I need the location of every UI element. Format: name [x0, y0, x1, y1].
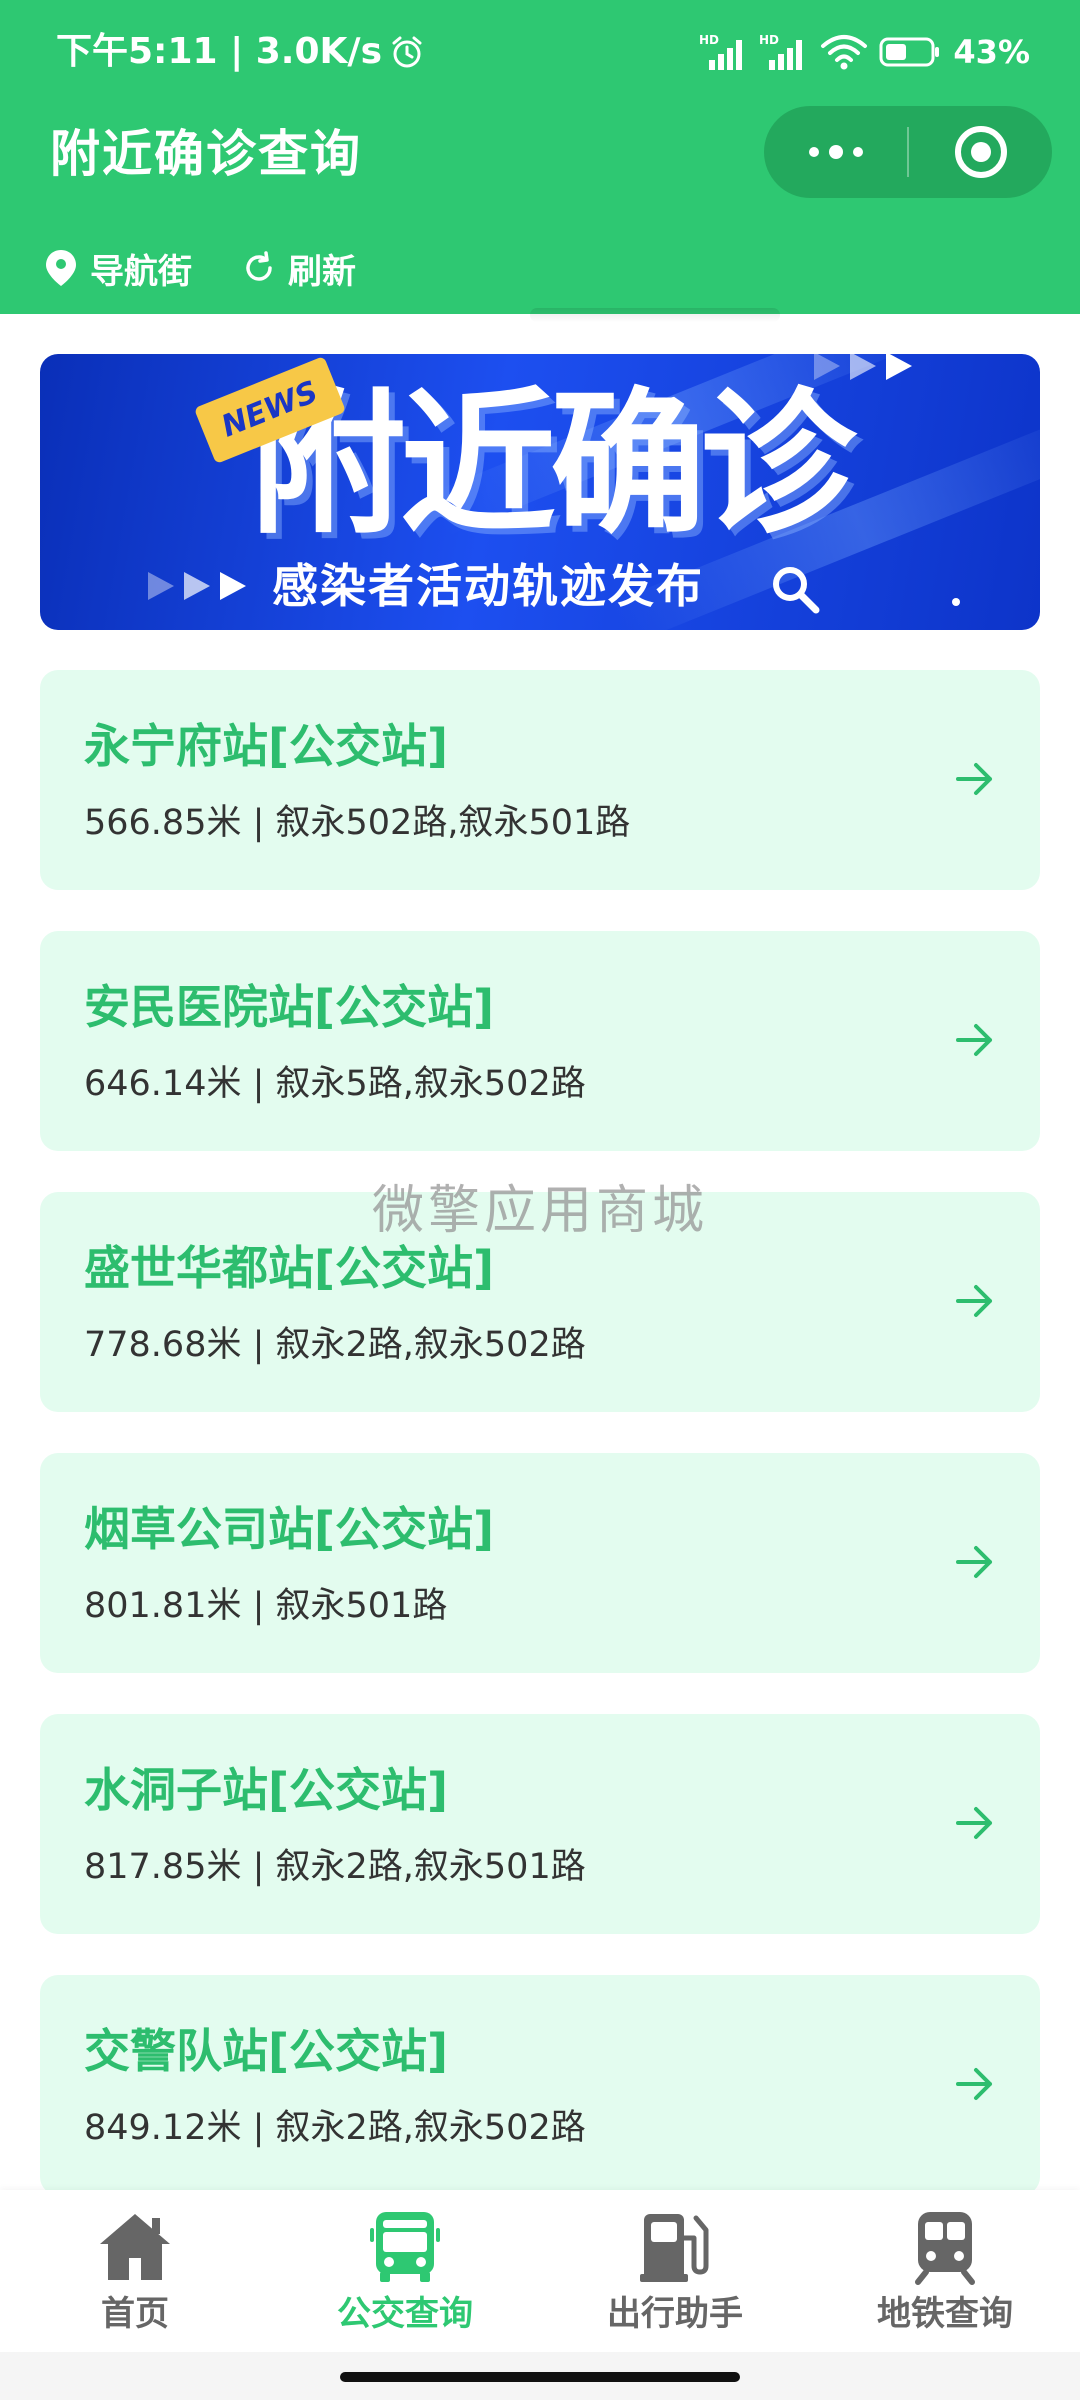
more-button[interactable] — [764, 106, 907, 198]
banner-arrows-decor — [144, 566, 264, 606]
location-label: 导航街 — [90, 251, 192, 292]
battery-percent: 43% — [953, 33, 1030, 71]
stop-info: 778.68米 | 叙永2路,叙永502路 — [84, 1325, 586, 1365]
list-item[interactable]: 水洞子站[公交站] 817.85米 | 叙永2路,叙永501路 — [40, 1714, 1040, 1934]
svg-text:HD: HD — [759, 33, 779, 47]
arrow-right-icon — [956, 1285, 992, 1317]
alarm-icon — [392, 36, 422, 68]
wifi-icon — [821, 35, 868, 70]
play-arrows-icon — [148, 572, 246, 600]
banner-dot — [952, 598, 960, 606]
tab-home[interactable]: 首页 — [0, 2190, 270, 2352]
location-pin-icon — [46, 250, 76, 286]
arrow-right-icon — [956, 1024, 992, 1056]
status-left: 下午5:11 | 3.0K/s — [56, 30, 424, 74]
status-bar: 下午5:11 | 3.0K/s HD HD 43% — [0, 0, 1080, 104]
stop-info: 566.85米 | 叙永502路,叙永501路 — [84, 803, 631, 843]
subway-icon — [915, 2212, 975, 2285]
header: 下午5:11 | 3.0K/s HD HD 43% 附近确诊查询 导航街 刷新 — [0, 0, 1080, 314]
refresh-icon — [246, 251, 272, 281]
list-item[interactable]: 盛世华都站[公交站] 778.68米 | 叙永2路,叙永502路 — [40, 1192, 1040, 1412]
banner-subtitle: 感染者活动轨迹发布 — [272, 559, 704, 613]
tab-bus[interactable]: 公交查询 — [270, 2190, 540, 2352]
search-icon — [773, 567, 820, 614]
gas-station-icon — [640, 2214, 709, 2282]
stop-name: 交警队站[公交站] — [84, 2024, 449, 2078]
list-item[interactable]: 交警队站[公交站] 849.12米 | 叙永2路,叙永502路 — [40, 1975, 1040, 2195]
tab-label: 地铁查询 — [877, 2294, 1013, 2334]
stop-info: 646.14米 | 叙永5路,叙永502路 — [84, 1064, 586, 1104]
more-dots-icon — [808, 145, 863, 159]
arrow-right-icon — [956, 1807, 992, 1839]
header-shadow — [530, 308, 780, 322]
refresh-button[interactable]: 刷新 — [242, 244, 356, 293]
arrow-right-icon — [956, 763, 992, 795]
home-icon — [100, 2214, 170, 2280]
stop-name: 盛世华都站[公交站] — [84, 1241, 495, 1295]
battery-icon — [879, 37, 940, 67]
status-right: HD HD 43% — [689, 28, 1030, 76]
miniapp-capsule — [764, 106, 1052, 198]
arrow-right-icon — [956, 2068, 992, 2100]
app-page: 下午5:11 | 3.0K/s HD HD 43% 附近确诊查询 导航街 刷新 … — [0, 0, 1080, 2400]
tab-travel-assistant[interactable]: 出行助手 — [540, 2190, 810, 2352]
target-close-icon — [954, 126, 1007, 178]
status-time-speed: 下午5:11 | 3.0K/s — [56, 31, 383, 72]
list-item[interactable]: 烟草公司站[公交站] 801.81米 | 叙永501路 — [40, 1453, 1040, 1673]
stop-info: 801.81米 | 叙永501路 — [84, 1586, 448, 1626]
bus-icon — [370, 2212, 440, 2282]
stop-name: 永宁府站[公交站] — [84, 719, 449, 773]
tab-subway[interactable]: 地铁查询 — [810, 2190, 1080, 2352]
tab-label: 首页 — [101, 2294, 169, 2334]
bus-stop-list: 永宁府站[公交站] 566.85米 | 叙永502路,叙永501路 安民医院站[… — [40, 670, 1040, 2236]
location-button[interactable]: 导航街 — [44, 244, 192, 293]
svg-text:HD: HD — [699, 33, 719, 47]
signal-hd-icon-2: HD — [759, 33, 803, 70]
page-title: 附近确诊查询 — [50, 125, 362, 183]
list-item[interactable]: 安民医院站[公交站] 646.14米 | 叙永5路,叙永502路 — [40, 931, 1040, 1151]
bottom-tab-bar: 首页 公交查询 出行助手 地铁查询 — [0, 2190, 1080, 2352]
list-item[interactable]: 永宁府站[公交站] 566.85米 | 叙永502路,叙永501路 — [40, 670, 1040, 890]
stop-name: 安民医院站[公交站] — [84, 980, 495, 1034]
home-indicator[interactable] — [340, 2372, 740, 2382]
stop-info: 817.85米 | 叙永2路,叙永501路 — [84, 1847, 586, 1887]
stop-name: 水洞子站[公交站] — [84, 1763, 449, 1817]
refresh-label: 刷新 — [288, 251, 356, 292]
stop-name: 烟草公司站[公交站] — [84, 1502, 495, 1556]
news-banner[interactable]: 附近确诊 NEWS 感染者活动轨迹发布 — [40, 354, 1040, 630]
tab-label: 公交查询 — [337, 2294, 473, 2334]
location-row: 导航街 刷新 — [44, 238, 406, 298]
stop-info: 849.12米 | 叙永2路,叙永502路 — [84, 2108, 586, 2148]
arrow-right-icon — [956, 1546, 992, 1578]
signal-hd-icon: HD — [699, 33, 743, 70]
close-miniapp-button[interactable] — [909, 106, 1052, 198]
tab-label: 出行助手 — [607, 2294, 743, 2334]
